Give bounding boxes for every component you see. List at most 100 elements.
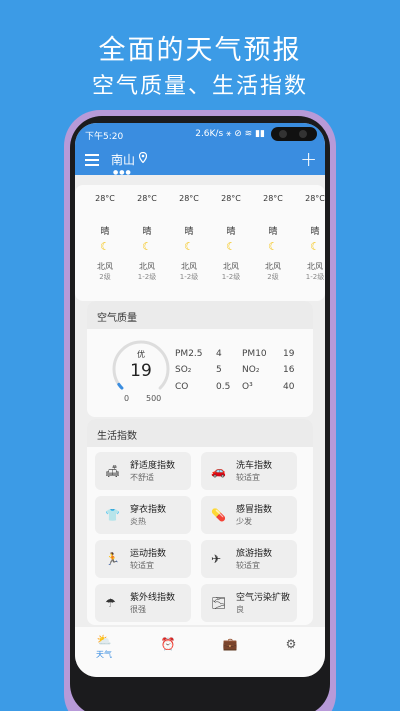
moon-icon: ☾ [268, 240, 278, 253]
forecast-temp: 28°C [221, 194, 241, 203]
pollutant-name: O³ [242, 382, 253, 392]
nav-weather-label: 天气 [96, 650, 112, 659]
pollution-icon: 🌫 [211, 596, 227, 610]
forecast-temp: 28°C [179, 194, 199, 203]
life-index-value: 很强 [130, 605, 146, 614]
life-index-value: 良 [236, 605, 244, 614]
aqi-value: 19 [130, 361, 152, 381]
forecast-temp: 28°C [263, 194, 283, 203]
forecast-wind: 北风 [307, 262, 323, 271]
forecast-wind: 北风 [181, 262, 197, 271]
status-indicators: 2.6K/s ⚹ ⊘ ≋ ▮▮ [195, 129, 265, 139]
forecast-temp: 28°C [137, 194, 157, 203]
pollutant-value: 5 [216, 365, 222, 375]
gear-icon: ⚙ [285, 637, 297, 651]
forecast-condition: 晴 [100, 227, 110, 237]
camera-cutout [271, 127, 317, 141]
forecast-condition: 晴 [142, 227, 152, 237]
moon-icon: ☾ [226, 240, 236, 253]
aqi-min: 0 [124, 394, 130, 403]
umbrella-icon: ☂ [105, 596, 116, 610]
pollutant-value: 0.5 [216, 382, 231, 392]
moon-icon: ☾ [142, 240, 152, 253]
life-index-name: 紫外线指数 [130, 593, 176, 603]
life-index-card: 生活指数 🛋 舒适度指数 不舒适 🚗 洗车指数 较适宜 👕 穿衣指数 炎热 💊 感冒指… [87, 419, 313, 625]
forecast-wind-level: 1-2级 [137, 273, 157, 281]
promo-title: 全面的天气预报 [98, 35, 302, 66]
briefcase-icon: 💼 [222, 637, 238, 651]
forecast-condition: 晴 [310, 227, 320, 237]
pollutant-name: PM2.5 [175, 349, 203, 359]
nav-weather[interactable]: ⛅ 天气 [89, 633, 119, 660]
moon-icon: ☾ [310, 240, 320, 253]
nav-alarm[interactable]: ⏰ [153, 637, 183, 651]
life-index-item[interactable]: ☂ 紫外线指数 很强 [95, 584, 191, 622]
life-index-item[interactable]: 🛋 舒适度指数 不舒适 [95, 452, 191, 490]
forecast-wind-level: 1-2级 [305, 273, 325, 281]
aqi-level: 优 [137, 350, 145, 359]
pollutant-name: PM10 [242, 349, 267, 359]
forecast-wind-level: 2级 [99, 273, 111, 281]
weather-icon: ⛅ [96, 633, 112, 647]
shirt-icon: 👕 [105, 508, 120, 522]
city-name[interactable]: 南山 [111, 151, 135, 168]
add-city-button[interactable]: + [300, 147, 317, 171]
forecast-condition: 晴 [226, 227, 236, 237]
life-index-item[interactable]: 💊 感冒指数 少发 [201, 496, 297, 534]
life-index-item[interactable]: 🏃 运动指数 较适宜 [95, 540, 191, 578]
sofa-icon: 🛋 [105, 464, 121, 478]
pollutant-name: NO₂ [242, 365, 260, 375]
forecast-wind: 北风 [139, 262, 155, 271]
life-index-value: 炎热 [130, 517, 146, 526]
forecast-wind-level: 1-2级 [179, 273, 199, 281]
running-icon: 🏃 [105, 552, 120, 566]
forecast-wind: 北风 [265, 262, 281, 271]
life-index-name: 穿衣指数 [130, 505, 167, 515]
status-time: 下午5:20 [85, 132, 124, 142]
nav-tools[interactable]: 💼 [215, 637, 245, 651]
life-index-name: 空气污染扩散 [236, 593, 291, 603]
pollutant-name: SO₂ [175, 365, 192, 375]
life-index-value: 不舒适 [130, 473, 154, 482]
life-index-title: 生活指数 [87, 419, 313, 447]
life-index-value: 少发 [236, 517, 252, 526]
life-index-name: 洗车指数 [236, 461, 273, 471]
promo-subtitle: 空气质量、生活指数 [91, 74, 308, 99]
forecast-wind-level: 1-2级 [221, 273, 241, 281]
alarm-clock-icon: ⏰ [160, 637, 176, 651]
life-index-value: 较适宜 [130, 561, 154, 570]
status-bar: 下午5:20 2.6K/s ⚹ ⊘ ≋ ▮▮ [75, 123, 325, 145]
life-index-item[interactable]: ✈ 旅游指数 较适宜 [201, 540, 297, 578]
air-quality-card: 空气质量 优 19 0 500 PM2.5 4 PM10 19 SO₂ 5 NO₂ 16 CO 0… [87, 301, 313, 417]
forecast-condition: 晴 [184, 227, 194, 237]
life-index-item[interactable]: 🌫 空气污染扩散 良 [201, 584, 297, 622]
moon-icon: ☾ [184, 240, 194, 253]
pollutant-value: 16 [283, 365, 295, 375]
phone-screen: 下午5:20 2.6K/s ⚹ ⊘ ≋ ▮▮ 南山 ●●● + 28°C 晴 ☾… [75, 123, 325, 677]
moon-icon: ☾ [100, 240, 110, 253]
life-index-item[interactable]: 👕 穿衣指数 炎热 [95, 496, 191, 534]
air-quality-title: 空气质量 [87, 301, 313, 329]
life-index-name: 运动指数 [130, 549, 167, 559]
forecast-wind-level: 2级 [267, 273, 279, 281]
app-bar: 南山 ●●● + [75, 145, 325, 176]
page-indicator: ●●● [113, 169, 132, 176]
pill-icon: 💊 [211, 508, 226, 522]
pollutant-value: 40 [283, 382, 295, 392]
pollutant-name: CO [175, 382, 189, 392]
car-icon: 🚗 [211, 464, 226, 478]
life-index-name: 旅游指数 [236, 549, 273, 559]
pollutant-value: 19 [283, 349, 295, 359]
life-index-item[interactable]: 🚗 洗车指数 较适宜 [201, 452, 297, 490]
forecast-wind: 北风 [223, 262, 239, 271]
pollutant-value: 4 [216, 349, 222, 359]
bottom-nav: ⛅ 天气 ⏰ 💼 ⚙ [75, 627, 325, 677]
forecast-condition: 晴 [268, 227, 278, 237]
life-index-name: 感冒指数 [236, 505, 273, 515]
location-pin-icon [139, 152, 147, 163]
hourly-forecast[interactable]: 28°C 晴 ☾ 北风 2级 28°C 晴 ☾ 北风 1-2级 28°C 晴 ☾ 北… [75, 185, 325, 301]
aqi-max: 500 [146, 394, 162, 403]
menu-icon[interactable] [85, 154, 99, 166]
forecast-temp: 28°C [305, 194, 325, 203]
nav-settings[interactable]: ⚙ [276, 637, 306, 651]
